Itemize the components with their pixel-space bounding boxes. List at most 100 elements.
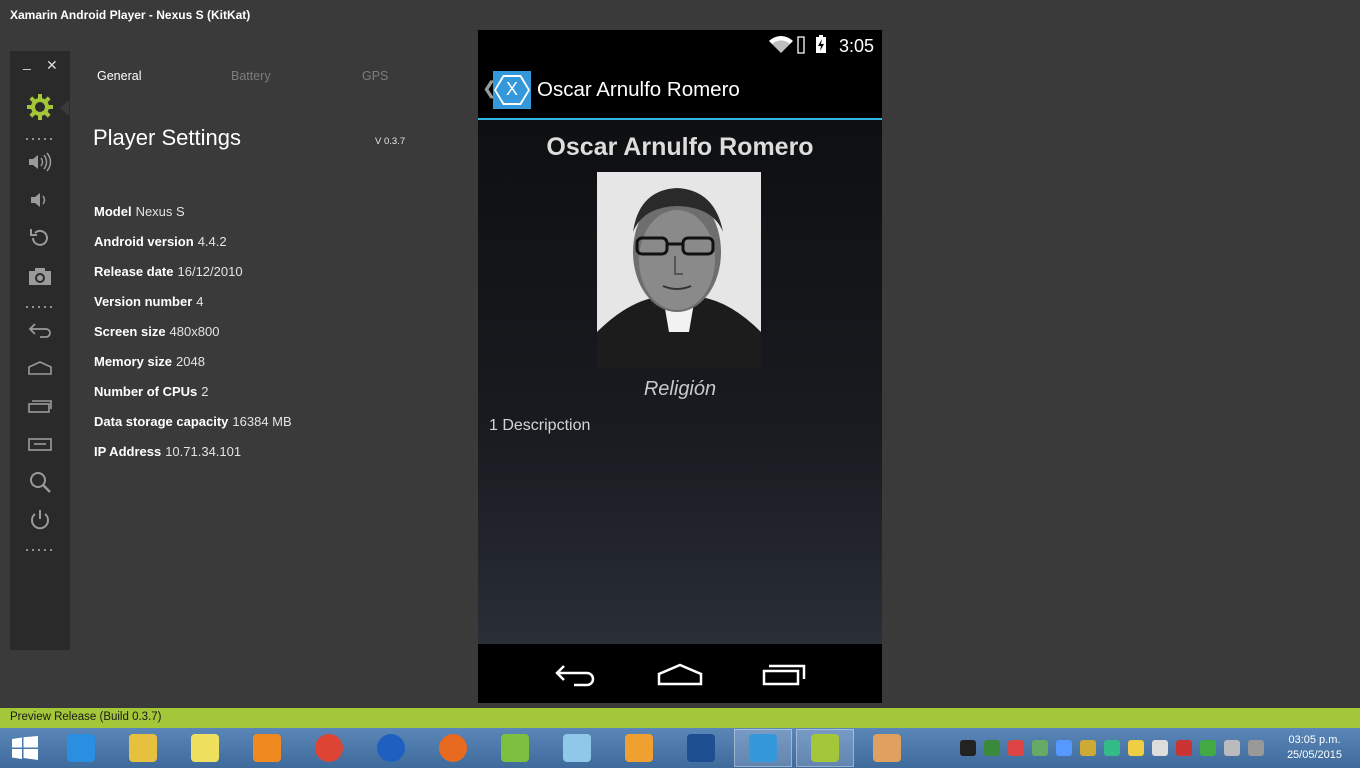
volume-up-icon[interactable] xyxy=(25,149,55,175)
close-button[interactable]: ✕ xyxy=(46,57,58,74)
status-bar: 3:05 xyxy=(478,30,882,60)
device-properties: Model Nexus S Android version 4.4.2 Release … xyxy=(94,204,292,474)
selection-pointer xyxy=(60,100,69,116)
property-value: Nexus S xyxy=(135,204,185,219)
property-value: 16384 MB xyxy=(232,414,292,429)
taskbar-app-sublime-text[interactable] xyxy=(610,729,668,767)
volume-down-icon[interactable] xyxy=(25,187,55,213)
preview-release-bar: Preview Release (Build 0.3.7) xyxy=(0,708,1360,728)
tray-icon[interactable] xyxy=(1176,740,1192,756)
tray-icon[interactable] xyxy=(1128,740,1144,756)
phone-screen[interactable]: 3:05 ❮ X Oscar Arnulfo Romero Oscar Arnu… xyxy=(478,30,882,703)
page-title: Player Settings xyxy=(93,125,241,151)
speaker-icon[interactable] xyxy=(1224,740,1240,756)
tray-icon[interactable] xyxy=(1152,740,1168,756)
property-key: IP Address xyxy=(94,444,162,459)
windows-start-icon[interactable] xyxy=(12,736,38,760)
title-part2: Settings xyxy=(161,125,241,150)
taskbar-app-media-player[interactable] xyxy=(238,729,296,767)
windows-taskbar: 03:05 p.m. 25/05/2015 xyxy=(0,728,1360,768)
tab-general[interactable]: General xyxy=(97,69,141,83)
internet-explorer-icon xyxy=(67,734,95,762)
taskbar-app-paint[interactable] xyxy=(858,729,916,767)
taskbar-app-xamarin[interactable] xyxy=(734,729,792,767)
back-icon[interactable] xyxy=(25,317,55,343)
rotate-icon[interactable] xyxy=(25,225,55,251)
tray-icon[interactable] xyxy=(1080,740,1096,756)
camera-icon[interactable] xyxy=(25,263,55,289)
clock-date: 25/05/2015 xyxy=(1286,749,1342,761)
tray-icon[interactable] xyxy=(1056,740,1072,756)
version-label: V 0.3.7 xyxy=(375,136,406,147)
wifi-icon xyxy=(768,36,794,59)
app-glass-icon xyxy=(563,734,591,762)
app-title: Oscar Arnulfo Romero xyxy=(537,78,740,101)
person-description: 1 Descripction xyxy=(489,417,591,434)
tray-icon[interactable] xyxy=(960,740,976,756)
app-blue-icon xyxy=(377,734,405,762)
property-key: Number of CPUs xyxy=(94,384,198,399)
tray-icon[interactable] xyxy=(984,740,1000,756)
minimize-button[interactable]: _ xyxy=(23,54,31,70)
property-row: Data storage capacity 16384 MB xyxy=(94,414,292,444)
taskbar-app-android-player[interactable] xyxy=(796,729,854,767)
taskbar-app-firefox[interactable] xyxy=(424,729,482,767)
home-icon[interactable] xyxy=(25,355,55,381)
separator-dots xyxy=(24,306,56,308)
detail-view: Oscar Arnulfo Romero Religión 1 Descripc… xyxy=(478,120,882,644)
tray-icon[interactable] xyxy=(1008,740,1024,756)
app-logo-letter: X xyxy=(505,79,518,99)
property-key: Memory size xyxy=(94,354,173,369)
status-clock: 3:05 xyxy=(838,36,874,56)
property-value: 4 xyxy=(196,294,204,309)
property-value: 2 xyxy=(201,384,209,399)
tray-icon[interactable] xyxy=(1104,740,1120,756)
tray-icon[interactable] xyxy=(1032,740,1048,756)
tab-battery[interactable]: Battery xyxy=(231,69,271,83)
power-icon[interactable] xyxy=(25,507,55,533)
property-row: Number of CPUs 2 xyxy=(94,384,292,414)
window-title: Xamarin Android Player - Nexus S (KitKat… xyxy=(10,8,251,22)
separator-dots xyxy=(24,549,56,551)
recents-icon[interactable] xyxy=(25,393,55,419)
tab-gps[interactable]: GPS xyxy=(362,69,388,83)
property-key: Version number xyxy=(94,294,193,309)
gear-icon[interactable] xyxy=(25,94,55,120)
property-value: 10.71.34.101 xyxy=(165,444,242,459)
xamarin-icon xyxy=(749,734,777,762)
property-row: Model Nexus S xyxy=(94,204,292,234)
property-key: Android version xyxy=(94,234,194,249)
taskbar-app-file-explorer[interactable] xyxy=(114,729,172,767)
nav-back-icon[interactable] xyxy=(552,659,600,689)
taskbar-app-internet-explorer[interactable] xyxy=(52,729,110,767)
property-row: Memory size 2048 xyxy=(94,354,292,384)
network-icon[interactable] xyxy=(1248,740,1264,756)
taskbar-app-notepad-plus[interactable] xyxy=(486,729,544,767)
taskbar-app-chrome[interactable] xyxy=(300,729,358,767)
sync-icon xyxy=(796,35,806,60)
battery-icon xyxy=(815,34,827,59)
tray-icon[interactable] xyxy=(1200,740,1216,756)
taskbar-app-app-blue[interactable] xyxy=(362,729,420,767)
separator-dots xyxy=(24,138,56,140)
sticky-notes-icon xyxy=(191,734,219,762)
property-row: Android version 4.4.2 xyxy=(94,234,292,264)
firefox-icon xyxy=(439,734,467,762)
taskbar-app-powershell[interactable] xyxy=(672,729,730,767)
notepad-plus-icon xyxy=(501,734,529,762)
property-row: Release date 16/12/2010 xyxy=(94,264,292,294)
app-logo[interactable]: X xyxy=(493,71,531,109)
property-row: Screen size 480x800 xyxy=(94,324,292,354)
search-icon[interactable] xyxy=(25,469,55,495)
system-tray xyxy=(960,740,1264,756)
title-part1: Player xyxy=(93,125,156,150)
nav-recents-icon[interactable] xyxy=(760,659,808,689)
person-subtitle: Religión xyxy=(643,378,717,400)
nav-home-icon[interactable] xyxy=(656,659,704,689)
taskbar-app-sticky-notes[interactable] xyxy=(176,729,234,767)
menu-icon[interactable] xyxy=(25,431,55,457)
powershell-icon xyxy=(687,734,715,762)
taskbar-app-app-glass[interactable] xyxy=(548,729,606,767)
taskbar-clock[interactable]: 03:05 p.m. 25/05/2015 xyxy=(1287,733,1342,763)
property-row: IP Address 10.71.34.101 xyxy=(94,444,292,474)
